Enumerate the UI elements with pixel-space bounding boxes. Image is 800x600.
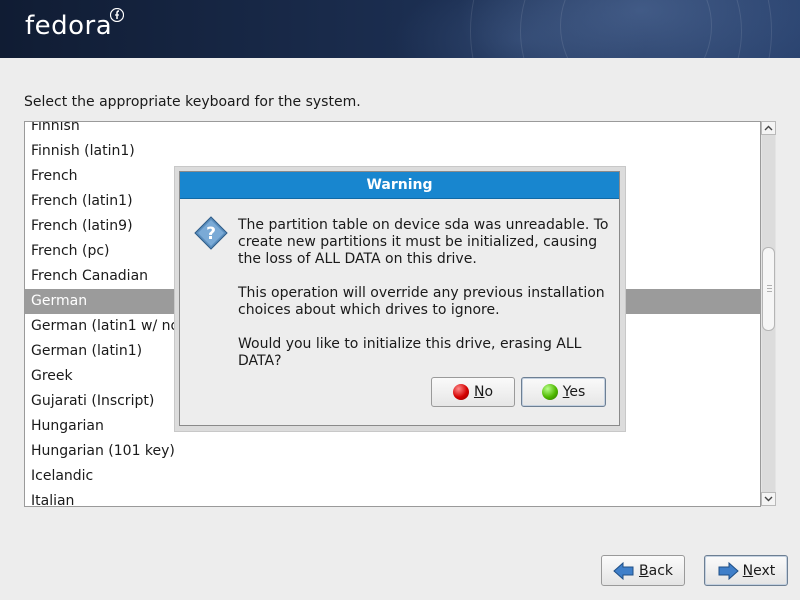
keyboard-list-item[interactable]: Finnish (latin1) — [25, 139, 760, 164]
header-banner: fedora — [0, 0, 800, 58]
keyboard-list-item[interactable]: Icelandic — [25, 464, 760, 489]
grip-line — [767, 285, 772, 286]
dialog-message-1: The partition table on device sda was un… — [238, 217, 609, 267]
grip-line — [767, 291, 772, 292]
next-button-label: Next — [742, 562, 776, 579]
green-circle-icon — [541, 384, 558, 400]
scroll-up-button[interactable] — [761, 121, 776, 135]
question-icon: ? — [194, 216, 228, 250]
back-button-label: Back — [639, 562, 673, 579]
keyboard-list-item[interactable]: Hungarian (101 key) — [25, 439, 760, 464]
no-button[interactable]: No — [431, 377, 515, 407]
next-button[interactable]: Next — [704, 555, 788, 586]
warning-dialog: Warning ? The partition table on device … — [179, 171, 620, 426]
keyboard-list-item[interactable]: Finnish — [25, 122, 760, 139]
grip-line — [767, 288, 772, 289]
chevron-up-icon — [764, 125, 773, 131]
arrow-right-icon — [718, 561, 739, 580]
chevron-down-icon — [764, 496, 773, 502]
scroll-thumb[interactable] — [762, 247, 775, 331]
no-button-label: No — [473, 384, 494, 400]
red-circle-icon — [452, 384, 469, 400]
arrow-left-icon — [613, 561, 634, 580]
keyboard-list-item[interactable]: Italian — [25, 489, 760, 506]
yes-button[interactable]: Yes — [521, 377, 606, 407]
header-decoration — [560, 0, 712, 58]
back-button[interactable]: Back — [601, 555, 685, 586]
fedora-logo-text: fedora — [25, 11, 113, 41]
yes-button-label: Yes — [562, 384, 586, 400]
svg-text:?: ? — [206, 224, 216, 244]
dialog-title: Warning — [180, 172, 619, 199]
keyboard-prompt: Select the appropriate keyboard for the … — [24, 94, 361, 110]
keyboard-list-scrollbar[interactable] — [761, 121, 776, 506]
scroll-down-button[interactable] — [761, 492, 776, 506]
dialog-message-3: Would you like to initialize this drive,… — [238, 336, 582, 369]
fedora-infinity-icon — [110, 8, 124, 22]
dialog-message-2: This operation will override any previou… — [238, 285, 605, 318]
